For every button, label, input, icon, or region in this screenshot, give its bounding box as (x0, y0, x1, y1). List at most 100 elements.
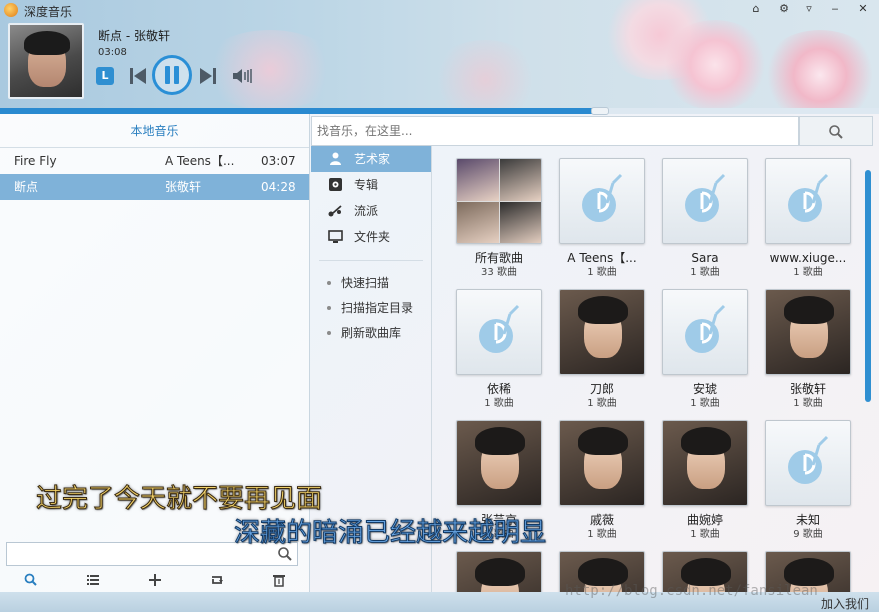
artist-song-count: 1 歌曲 (587, 267, 617, 278)
playlist-header[interactable]: 本地音乐 (0, 114, 309, 148)
photo-hair (784, 296, 834, 324)
scan-directory-action[interactable]: 扫描指定目录 (311, 296, 431, 321)
music-search-input[interactable] (312, 117, 798, 145)
artist-name: 所有歌曲 (474, 251, 523, 265)
music-note-icon (685, 173, 726, 222)
photo-hair (475, 427, 525, 455)
artist-tile[interactable]: 张敬轩 1 歌曲 (758, 289, 858, 410)
artist-thumbnail (559, 289, 645, 375)
minimize-button[interactable]: ‒ (826, 1, 844, 17)
artist-song-count: 1 歌曲 (587, 398, 617, 409)
artist-name: 安琥 (692, 382, 717, 396)
album-cover[interactable] (8, 23, 84, 99)
artist-tile[interactable]: www.xiuge... 1 歌曲 (758, 158, 858, 279)
artist-tile[interactable]: 刀郎 1 歌曲 (552, 289, 652, 410)
category-folders[interactable]: 文件夹 (311, 224, 431, 250)
artist-tile[interactable]: 所有歌曲 33 歌曲 (449, 158, 549, 279)
artist-thumbnail (559, 420, 645, 506)
previous-track-icon[interactable] (129, 66, 147, 86)
artist-name: Sara (691, 251, 719, 265)
photo-hair (681, 427, 731, 455)
quick-scan-action[interactable]: 快速扫描 (311, 271, 431, 296)
settings-button[interactable]: ⚙ (775, 1, 793, 17)
close-button[interactable]: ✕ (854, 1, 872, 17)
menu-button[interactable]: ▿ (800, 1, 818, 17)
artist-name: 戚薇 (589, 513, 614, 527)
playlist-search-input[interactable] (7, 543, 267, 565)
collage-cell (500, 202, 541, 243)
artist-tile[interactable]: A Teens【... 1 歌曲 (552, 158, 652, 279)
photo-hair (578, 558, 628, 586)
artist-song-count: 1 歌曲 (690, 398, 720, 409)
volume-icon[interactable] (231, 66, 253, 86)
join-us-link[interactable]: 加入我们 (821, 595, 869, 612)
nav-divider (319, 260, 423, 261)
photo-hair (578, 427, 628, 455)
track-artist: A Teens【... (165, 154, 235, 168)
artist-song-count: 1 歌曲 (690, 267, 720, 278)
refresh-library-action[interactable]: 刷新歌曲库 (311, 321, 431, 346)
category-label: 艺术家 (354, 152, 391, 166)
artist-song-count: 33 歌曲 (481, 267, 517, 278)
artist-thumbnail (456, 551, 542, 592)
artist-thumbnail (662, 158, 748, 244)
track-name: Fire Fly (14, 154, 57, 168)
artist-tile[interactable]: 安琥 1 歌曲 (655, 289, 755, 410)
track-row[interactable]: Fire Fly A Teens【... 03:07 (0, 148, 309, 174)
artist-thumbnail (765, 420, 851, 506)
collage-cell (500, 159, 541, 201)
lyrics-toggle-button[interactable]: L (96, 67, 114, 85)
title-bar: 深度音乐 ⌂ ⚙ ▿ ‒ ✕ (0, 0, 879, 20)
category-albums[interactable]: 专辑 (311, 172, 431, 198)
lyric-line-current: 过完了今天就不要再见面 (35, 484, 323, 515)
music-search-button[interactable] (799, 116, 873, 146)
blossom-decoration (200, 30, 340, 110)
player-header: 深度音乐 ⌂ ⚙ ▿ ‒ ✕ 断点 - 张敬轩 03:08 L (0, 0, 879, 110)
artist-name: www.xiuge... (769, 251, 847, 265)
artist-tile[interactable]: 戚薇 1 歌曲 (552, 420, 652, 541)
collage-cell (457, 202, 499, 243)
now-playing-title: 断点 - 张敬轩 (98, 29, 170, 43)
grid-scrollbar[interactable] (865, 170, 871, 402)
music-note-icon (685, 304, 726, 353)
watermark: http://blog.csdn.net/fansilean (565, 583, 818, 599)
artist-tile[interactable]: Sara 1 歌曲 (655, 158, 755, 279)
loop-icon[interactable] (209, 572, 225, 588)
artist-tile[interactable]: 依稀 1 歌曲 (449, 289, 549, 410)
add-icon[interactable] (147, 572, 163, 588)
category-label: 专辑 (354, 178, 379, 192)
artist-thumbnail (765, 158, 851, 244)
blossom-decoration (660, 20, 770, 110)
trash-icon[interactable] (271, 572, 287, 588)
photo-hair (681, 558, 731, 586)
track-row[interactable]: 断点 张敬轩 04:28 (0, 174, 309, 200)
app-title: 深度音乐 (24, 5, 73, 19)
progress-knob[interactable] (591, 107, 610, 115)
artist-song-count: 1 歌曲 (484, 398, 514, 409)
artist-tile[interactable]: 未知 9 歌曲 (758, 420, 858, 541)
artist-thumbnail (662, 289, 748, 375)
artist-song-count: 1 歌曲 (793, 267, 823, 278)
play-pause-button[interactable] (152, 55, 192, 95)
artist-thumbnail (559, 158, 645, 244)
artist-tile[interactable] (449, 551, 549, 592)
music-note-icon (479, 304, 520, 353)
search-icon[interactable] (23, 572, 39, 588)
track-artist: 张敬轩 (165, 180, 202, 194)
artist-tile[interactable]: 曲婉婷 1 歌曲 (655, 420, 755, 541)
skin-button[interactable]: ⌂ (747, 1, 765, 17)
category-label: 流派 (354, 204, 379, 218)
blossom-decoration (760, 30, 879, 110)
current-time: 03:08 (98, 47, 127, 58)
genre-icon (328, 205, 342, 217)
category-artists[interactable]: 艺术家 (311, 146, 431, 172)
category-genres[interactable]: 流派 (311, 198, 431, 224)
artist-song-count: 9 歌曲 (793, 529, 823, 540)
music-note-icon (582, 173, 623, 222)
collage-cell (457, 159, 499, 201)
photo-hair (475, 558, 525, 586)
artist-name: 张敬轩 (789, 382, 826, 396)
artist-thumbnail (456, 420, 542, 506)
list-icon[interactable] (85, 572, 101, 588)
next-track-icon[interactable] (199, 66, 217, 86)
